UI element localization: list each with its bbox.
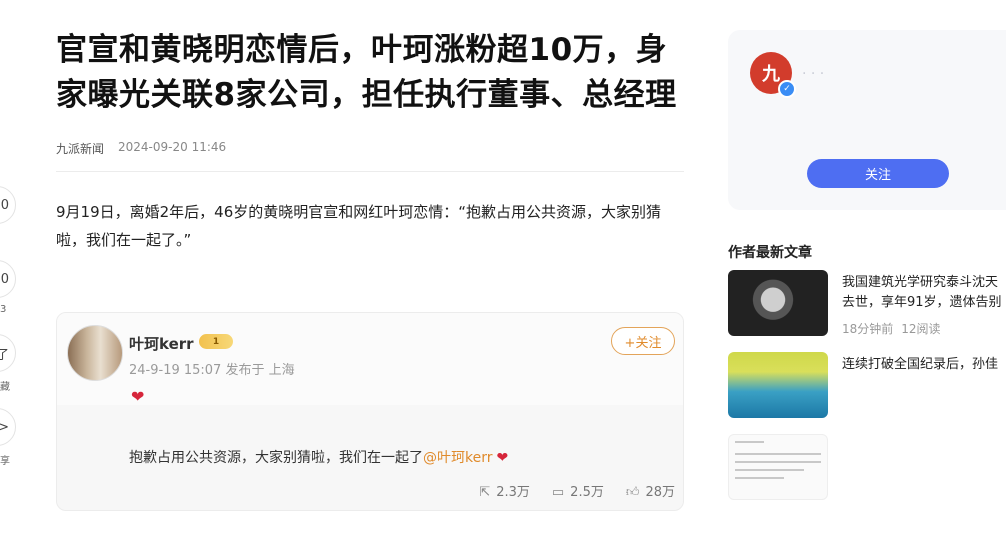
post-stats: ⇱ 2.3万 ▭ 2.5万 👍︎ 28万 bbox=[479, 481, 675, 500]
share-icon-glyph: > bbox=[0, 419, 9, 435]
repost-icon: ⇱ bbox=[479, 485, 491, 500]
share-icon[interactable]: > bbox=[0, 408, 16, 446]
sidebar-article-title-line2[interactable]: 去世，享年91岁，遗体告别 bbox=[842, 292, 1006, 314]
verified-icon: ✓ bbox=[778, 80, 796, 98]
repost-count: 2.3万 bbox=[496, 485, 530, 500]
favorite-action[interactable]: 了 藏 bbox=[0, 328, 18, 402]
article-thumbnail[interactable] bbox=[728, 270, 828, 336]
embedded-post-image: 叶珂kerr 1 24-9-19 15:07 发布于 上海 +关注 ❤ 抱歉占用… bbox=[56, 312, 684, 511]
article: 官宣和黄晓明恋情后，叶珂涨粉超10万，身家曝光关联8家公司，担任执行董事、总经理… bbox=[56, 28, 684, 254]
post-username: 叶珂kerr bbox=[129, 335, 194, 353]
article-title: 官宣和黄晓明恋情后，叶珂涨粉超10万，身家曝光关联8家公司，担任执行董事、总经理 bbox=[56, 32, 677, 113]
comment-stat: ▭ 2.5万 bbox=[552, 481, 604, 500]
sidebar-article-time: 18分钟前 bbox=[842, 322, 894, 336]
article-meta: 九派新闻 2024-09-20 11:46 bbox=[56, 140, 684, 172]
comment-icon: ▭ bbox=[551, 485, 565, 500]
latest-articles-heading: 作者最新文章 bbox=[728, 245, 812, 261]
favorite-icon[interactable]: 了 bbox=[0, 334, 16, 372]
post-avatar bbox=[67, 325, 123, 381]
sidebar-article-title[interactable]: 我国建筑光学研究泰斗沈天 bbox=[842, 272, 1006, 294]
comment-icon[interactable]: 0 bbox=[0, 260, 16, 298]
article-paragraph: 9月19日，离婚2年后，46岁的黄晓明官宣和网红叶珂恋情：“抱歉占用公共资源，大… bbox=[56, 203, 662, 249]
comment-action[interactable]: 0 3 bbox=[0, 254, 18, 328]
article-source[interactable]: 九派新闻 bbox=[56, 140, 104, 157]
share-action[interactable]: > 享 bbox=[0, 402, 18, 476]
like-action[interactable]: 0 bbox=[0, 180, 18, 254]
favorite-label: 藏 bbox=[0, 382, 10, 393]
post-time: 24-9-19 15:07 发布于 上海 bbox=[129, 363, 295, 378]
vip-level: 1 bbox=[212, 336, 220, 347]
article-date: 2024-09-20 11:46 bbox=[118, 140, 227, 154]
share-label: 享 bbox=[0, 456, 10, 467]
sidebar-article[interactable]: 连续打破全国纪录后，孙佳 bbox=[728, 352, 1006, 418]
like-icon-glyph: 0 bbox=[0, 197, 9, 213]
sidebar-article[interactable] bbox=[728, 434, 1006, 500]
post-follow-button: +关注 bbox=[611, 327, 675, 355]
author-follow-button[interactable]: 关注 bbox=[807, 159, 949, 188]
like-icon[interactable]: 0 bbox=[0, 186, 16, 224]
repost-stat: ⇱ 2.3万 bbox=[479, 481, 530, 500]
author-name-blurred: · · · bbox=[802, 66, 825, 82]
post-text-line: 抱歉占用公共资源，大家别猜啦，我们在一起了@叶珂kerr ❤ bbox=[129, 447, 508, 467]
vip-badge: 1 bbox=[199, 334, 233, 349]
sidebar-article[interactable]: 我国建筑光学研究泰斗沈天 去世，享年91岁，遗体告别 18分钟前 12阅读 bbox=[728, 270, 1006, 336]
sidebar-article-reads: 12阅读 bbox=[901, 322, 941, 336]
article-thumbnail[interactable] bbox=[728, 352, 828, 418]
sidebar-article-meta: 18分钟前 12阅读 bbox=[842, 320, 941, 337]
comment-count: 3 bbox=[0, 304, 7, 315]
heart-icon: ❤ bbox=[496, 450, 509, 466]
post-like-count: 28万 bbox=[645, 485, 675, 500]
post-mention: @叶珂kerr bbox=[423, 450, 493, 466]
thumbs-up-icon: 👍︎ bbox=[625, 485, 640, 500]
post-comment-count: 2.5万 bbox=[570, 485, 604, 500]
comment-icon-glyph: 0 bbox=[0, 271, 9, 287]
favorite-icon-glyph: 了 bbox=[0, 347, 9, 363]
like-stat: 👍︎ 28万 bbox=[626, 481, 675, 500]
action-rail: 0 0 3 了 藏 > 享 bbox=[0, 180, 18, 476]
heart-icon: ❤ bbox=[131, 387, 145, 406]
author-card: 九 ✓ · · · 关注 bbox=[728, 30, 1006, 210]
sidebar-article-title[interactable]: 连续打破全国纪录后，孙佳 bbox=[842, 354, 1006, 376]
article-thumbnail[interactable] bbox=[728, 434, 828, 500]
post-text: 抱歉占用公共资源，大家别猜啦，我们在一起了 bbox=[129, 450, 423, 466]
